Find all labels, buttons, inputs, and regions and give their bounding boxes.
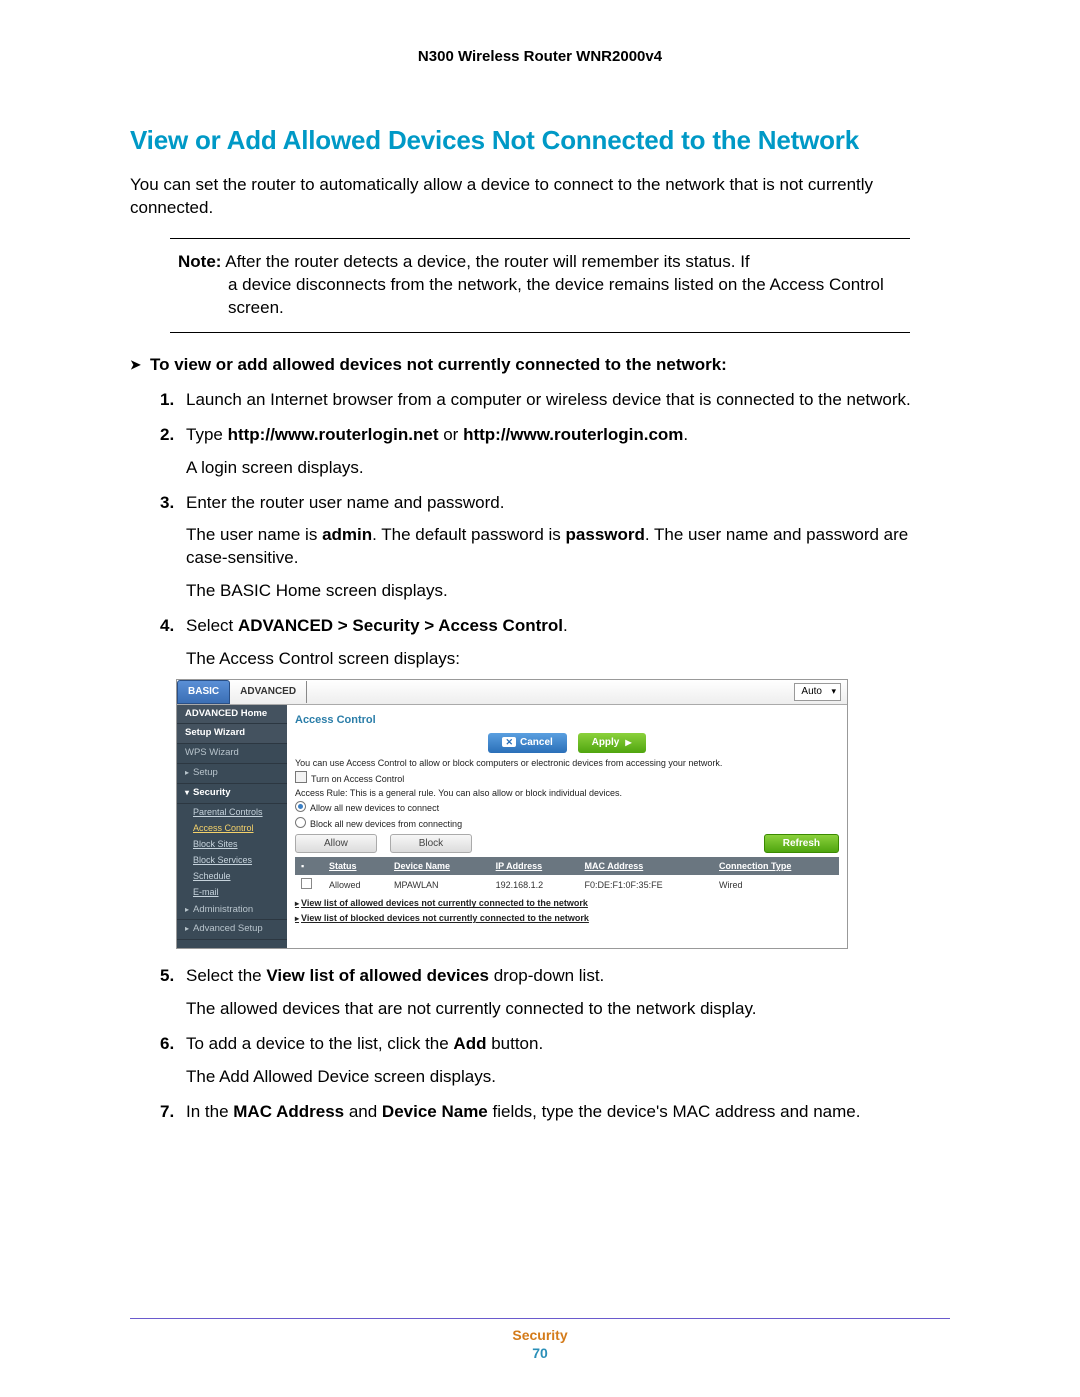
col-device-name[interactable]: Device Name bbox=[388, 857, 490, 875]
sidebar-schedule[interactable]: Schedule bbox=[177, 868, 287, 884]
note-text-line2: a device disconnects from the network, t… bbox=[178, 274, 902, 320]
steps-list: 1.Launch an Internet browser from a comp… bbox=[130, 389, 950, 1124]
col-mac-address[interactable]: MAC Address bbox=[579, 857, 713, 875]
close-icon: ✕ bbox=[502, 737, 516, 747]
devices-table: ▪ Status Device Name IP Address MAC Addr… bbox=[295, 857, 839, 895]
cell-ip: 192.168.1.2 bbox=[490, 875, 579, 895]
tab-basic[interactable]: BASIC bbox=[177, 680, 230, 704]
task-heading: ➤To view or add allowed devices not curr… bbox=[130, 355, 950, 375]
step-4: 4. Select ADVANCED > Security > Access C… bbox=[160, 615, 950, 949]
cancel-button[interactable]: ✕Cancel bbox=[488, 733, 566, 753]
triangle-bullet-icon: ➤ bbox=[130, 357, 144, 373]
note-label: Note: bbox=[178, 252, 221, 271]
section-title: View or Add Allowed Devices Not Connecte… bbox=[130, 125, 950, 156]
page-footer: Security 70 bbox=[130, 1318, 950, 1361]
sidebar-block-sites[interactable]: Block Sites bbox=[177, 836, 287, 852]
col-connection-type[interactable]: Connection Type bbox=[713, 857, 839, 875]
cell-device-name: MPAWLAN bbox=[388, 875, 490, 895]
sidebar-access-control[interactable]: Access Control bbox=[177, 820, 287, 836]
sidebar-advanced-setup[interactable]: ▸Advanced Setup bbox=[177, 920, 287, 940]
sidebar-email[interactable]: E-mail bbox=[177, 884, 287, 900]
router-ui-screenshot: BASIC ADVANCED Auto ADVANCED Home Setup … bbox=[176, 679, 848, 949]
tab-advanced[interactable]: ADVANCED bbox=[230, 681, 307, 703]
refresh-button[interactable]: Refresh bbox=[764, 834, 839, 854]
view-blocked-link[interactable]: ▸View list of blocked devices not curren… bbox=[295, 912, 839, 925]
allow-button[interactable]: Allow bbox=[295, 834, 377, 854]
footer-page-number: 70 bbox=[130, 1345, 950, 1361]
panel-description: You can use Access Control to allow or b… bbox=[295, 757, 839, 769]
step-6: 6. To add a device to the list, click th… bbox=[160, 1033, 950, 1089]
step-1: 1.Launch an Internet browser from a comp… bbox=[160, 389, 950, 412]
panel-title: Access Control bbox=[295, 713, 839, 728]
view-allowed-link[interactable]: ▸View list of allowed devices not curren… bbox=[295, 897, 839, 910]
sidebar-setup[interactable]: ▸Setup bbox=[177, 764, 287, 784]
step-2: 2. Type http://www.routerlogin.net or ht… bbox=[160, 424, 950, 480]
sidebar-setup-wizard[interactable]: Setup Wizard bbox=[177, 724, 287, 744]
cell-ctype: Wired bbox=[713, 875, 839, 895]
cell-mac: F0:DE:F1:0F:35:FE bbox=[579, 875, 713, 895]
caret-down-icon: ▾ bbox=[185, 788, 193, 799]
sidebar-parental-controls[interactable]: Parental Controls bbox=[177, 804, 287, 820]
caret-right-icon: ▸ bbox=[185, 924, 193, 935]
caret-right-icon: ▸ bbox=[185, 905, 193, 916]
intro-paragraph: You can set the router to automatically … bbox=[130, 174, 950, 220]
col-ip-address[interactable]: IP Address bbox=[490, 857, 579, 875]
allow-new-radio[interactable] bbox=[295, 801, 306, 812]
caret-right-icon: ▸ bbox=[295, 914, 299, 923]
arrow-right-icon: ▶ bbox=[625, 738, 631, 747]
caret-right-icon: ▸ bbox=[295, 899, 299, 908]
cell-status: Allowed bbox=[323, 875, 388, 895]
table-row: Allowed MPAWLAN 192.168.1.2 F0:DE:F1:0F:… bbox=[295, 875, 839, 895]
sidebar-administration[interactable]: ▸Administration bbox=[177, 901, 287, 921]
turn-on-checkbox[interactable] bbox=[295, 771, 307, 783]
note-block: Note: After the router detects a device,… bbox=[170, 238, 910, 333]
caret-right-icon: ▸ bbox=[185, 768, 193, 779]
apply-button[interactable]: Apply▶ bbox=[578, 733, 646, 753]
language-select[interactable]: Auto bbox=[794, 683, 841, 701]
col-status[interactable]: Status bbox=[323, 857, 388, 875]
doc-header: N300 Wireless Router WNR2000v4 bbox=[130, 48, 950, 65]
block-new-label: Block all new devices from connecting bbox=[310, 819, 462, 829]
step-5: 5. Select the View list of allowed devic… bbox=[160, 965, 950, 1021]
col-checkbox: ▪ bbox=[295, 857, 323, 875]
ui-sidebar: ADVANCED Home Setup Wizard WPS Wizard ▸S… bbox=[177, 705, 287, 949]
access-rule-text: Access Rule: This is a general rule. You… bbox=[295, 787, 839, 799]
step-7: 7. In the MAC Address and Device Name fi… bbox=[160, 1101, 950, 1124]
block-button[interactable]: Block bbox=[390, 834, 472, 854]
sidebar-security[interactable]: ▾Security bbox=[177, 784, 287, 804]
sidebar-advanced-home[interactable]: ADVANCED Home bbox=[177, 705, 287, 725]
row-checkbox[interactable] bbox=[301, 878, 312, 889]
turn-on-label: Turn on Access Control bbox=[311, 774, 404, 784]
step-3: 3. Enter the router user name and passwo… bbox=[160, 492, 950, 604]
sidebar-block-services[interactable]: Block Services bbox=[177, 852, 287, 868]
sidebar-wps-wizard[interactable]: WPS Wizard bbox=[177, 744, 287, 764]
allow-new-label: Allow all new devices to connect bbox=[310, 803, 439, 813]
ui-tab-bar: BASIC ADVANCED Auto bbox=[177, 680, 847, 705]
block-new-radio[interactable] bbox=[295, 817, 306, 828]
footer-section-name: Security bbox=[130, 1327, 950, 1343]
ui-main-panel: Access Control ✕Cancel Apply▶ You can us… bbox=[287, 705, 847, 949]
note-text-line1: After the router detects a device, the r… bbox=[225, 252, 749, 271]
